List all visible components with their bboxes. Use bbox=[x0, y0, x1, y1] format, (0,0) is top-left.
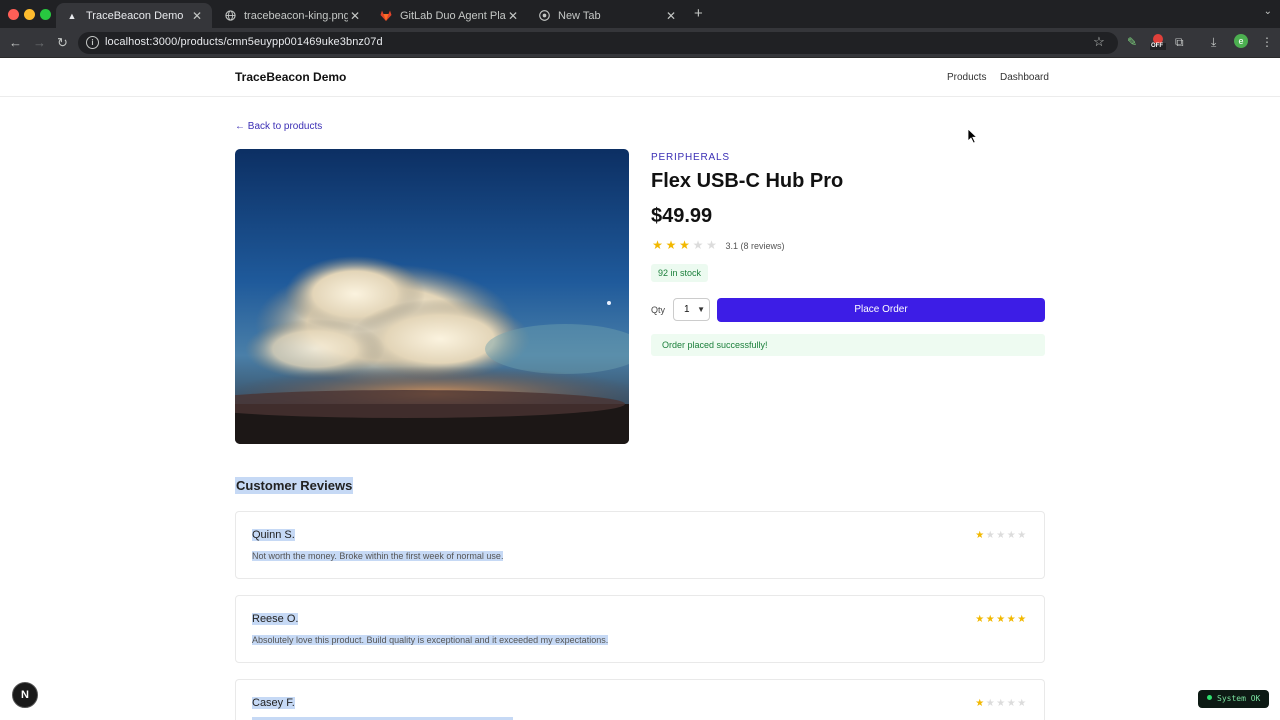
star-filled-icon: ★ bbox=[985, 614, 995, 625]
reviewer-name: Quinn S. bbox=[252, 529, 295, 541]
download-icon[interactable]: ⤓ bbox=[1211, 35, 1216, 50]
nav-dashboard[interactable]: Dashboard bbox=[1000, 72, 1049, 83]
order-success-message: Order placed successfully! bbox=[651, 334, 1045, 356]
place-order-button[interactable]: Place Order bbox=[717, 298, 1045, 322]
tab-image[interactable]: tracebeacon-king.png (1489 ✕ bbox=[214, 3, 370, 28]
triangle-icon: ▲ bbox=[67, 10, 77, 21]
close-window-button[interactable] bbox=[8, 9, 19, 20]
site-header: TraceBeacon Demo Products Dashboard bbox=[0, 58, 1280, 97]
maximize-window-button[interactable] bbox=[40, 9, 51, 20]
reviewer-name: Casey F. bbox=[252, 697, 295, 709]
close-tab-icon[interactable]: ✕ bbox=[664, 9, 678, 23]
star-empty-icon: ★ bbox=[985, 530, 995, 541]
ext-off-badge: OFF bbox=[1151, 43, 1163, 49]
minimize-window-button[interactable] bbox=[24, 9, 35, 20]
nav-products[interactable]: Products bbox=[947, 72, 986, 83]
nextjs-dev-indicator[interactable]: N bbox=[12, 682, 38, 708]
browser-menu-icon[interactable]: ⋮ bbox=[1261, 35, 1273, 49]
reload-icon[interactable]: ↻ bbox=[57, 35, 68, 51]
quantity-select[interactable]: 1 ▼ bbox=[673, 298, 710, 321]
tab-tracebeacon-demo[interactable]: ▲ TraceBeacon Demo ✕ bbox=[56, 3, 212, 28]
pen-extension-icon[interactable]: ✎ bbox=[1127, 35, 1137, 49]
star-filled-icon: ★ bbox=[679, 238, 690, 252]
browser-toolbar: ← → ↻ i localhost:3000/products/cmn5euyp… bbox=[0, 28, 1280, 58]
close-tab-icon[interactable]: ✕ bbox=[190, 9, 204, 23]
star-empty-icon: ★ bbox=[985, 698, 995, 709]
star-filled-icon: ★ bbox=[975, 614, 985, 625]
qty-label: Qty bbox=[651, 305, 666, 315]
star-empty-icon: ★ bbox=[692, 238, 704, 252]
rating-summary: 3.1 (8 reviews) bbox=[725, 240, 785, 251]
product-price: $49.99 bbox=[651, 205, 713, 227]
star-filled-icon: ★ bbox=[975, 530, 985, 541]
system-status-badge[interactable]: System OK bbox=[1198, 690, 1270, 708]
tab-title: GitLab Duo Agent Platform bbox=[400, 9, 506, 22]
star-empty-icon: ★ bbox=[1006, 698, 1016, 709]
product-rating: ★ ★ ★ ★ ★ 3.1 (8 reviews) bbox=[651, 238, 785, 252]
star-empty-icon: ★ bbox=[1017, 698, 1027, 709]
review-card: Casey F. ★ ★ ★ ★ ★ bbox=[235, 679, 1045, 720]
review-card: Reese O. Absolutely love this product. B… bbox=[235, 595, 1045, 663]
star-filled-icon: ★ bbox=[1006, 614, 1016, 625]
star-filled-icon: ★ bbox=[975, 698, 985, 709]
back-arrow-icon[interactable]: ← bbox=[9, 35, 22, 50]
tab-gitlab[interactable]: GitLab Duo Agent Platform ✕ bbox=[370, 3, 528, 28]
globe-icon bbox=[224, 10, 236, 22]
url-host: localhost bbox=[105, 36, 150, 48]
review-stars: ★ ★ ★ ★ ★ bbox=[975, 530, 1028, 541]
star-filled-icon: ★ bbox=[996, 614, 1006, 625]
tab-title: TraceBeacon Demo bbox=[86, 9, 184, 22]
star-empty-icon: ★ bbox=[1006, 530, 1016, 541]
tab-title: New Tab bbox=[558, 9, 601, 22]
site-info-icon[interactable]: i bbox=[86, 36, 99, 49]
review-body: Absolutely love this product. Build qual… bbox=[252, 635, 609, 645]
bookmark-star-icon[interactable]: ☆ bbox=[1093, 35, 1106, 48]
tab-search-chevron-icon[interactable]: ⌄ bbox=[1264, 6, 1272, 17]
tab-title: tracebeacon-king.png (1489 bbox=[244, 9, 348, 22]
product-image bbox=[235, 149, 629, 444]
star-empty-icon: ★ bbox=[706, 238, 717, 252]
product-title: Flex USB-C Hub Pro bbox=[651, 170, 844, 192]
review-stars: ★ ★ ★ ★ ★ bbox=[975, 698, 1028, 709]
close-tab-icon[interactable]: ✕ bbox=[348, 9, 362, 23]
star-empty-icon: ★ bbox=[1017, 530, 1027, 541]
gitlab-icon bbox=[380, 10, 392, 22]
tab-new-tab[interactable]: New Tab ✕ bbox=[528, 3, 686, 28]
url-text[interactable]: localhost:3000/products/cmn5euypp001469u… bbox=[105, 36, 383, 48]
browser-tab-bar: ▲ TraceBeacon Demo ✕ tracebeacon-king.pn… bbox=[0, 0, 1280, 28]
chrome-icon bbox=[538, 10, 550, 22]
star-filled-icon: ★ bbox=[1017, 614, 1027, 625]
stock-badge: 92 in stock bbox=[651, 264, 709, 282]
star-empty-icon: ★ bbox=[996, 698, 1006, 709]
mouse-cursor-icon bbox=[968, 129, 978, 144]
review-stars: ★ ★ ★ ★ ★ bbox=[975, 614, 1028, 625]
star-empty-icon: ★ bbox=[996, 530, 1006, 541]
reviewer-name: Reese O. bbox=[252, 613, 299, 625]
brand-logo-text[interactable]: TraceBeacon Demo bbox=[235, 70, 346, 84]
address-bar[interactable]: i localhost:3000/products/cmn5euypp00146… bbox=[78, 32, 1118, 54]
system-status-text: System OK bbox=[1217, 694, 1261, 703]
puzzle-extensions-icon[interactable]: ⧉ bbox=[1175, 35, 1184, 50]
reviews-heading: Customer Reviews bbox=[235, 477, 354, 494]
close-tab-icon[interactable]: ✕ bbox=[506, 9, 520, 23]
record-extension-icon[interactable]: OFF bbox=[1150, 33, 1166, 54]
review-card: Quinn S. Not worth the money. Broke with… bbox=[235, 511, 1045, 579]
profile-avatar[interactable]: e bbox=[1234, 34, 1248, 48]
url-path: :3000/products/cmn5euypp001469uke3bnz07d bbox=[149, 36, 383, 48]
chevron-down-icon: ▼ bbox=[697, 305, 705, 314]
status-dot-icon bbox=[1207, 695, 1212, 700]
star-filled-icon: ★ bbox=[652, 238, 663, 252]
review-body: Not worth the money. Broke within the fi… bbox=[252, 551, 504, 561]
product-category: PERIPHERALS bbox=[651, 152, 730, 163]
forward-arrow-icon[interactable]: → bbox=[33, 35, 46, 50]
star-filled-icon: ★ bbox=[665, 238, 677, 252]
quantity-value: 1 bbox=[684, 304, 690, 315]
back-to-products-link[interactable]: ← Back to products bbox=[235, 121, 322, 132]
new-tab-button[interactable]: + bbox=[694, 5, 703, 22]
